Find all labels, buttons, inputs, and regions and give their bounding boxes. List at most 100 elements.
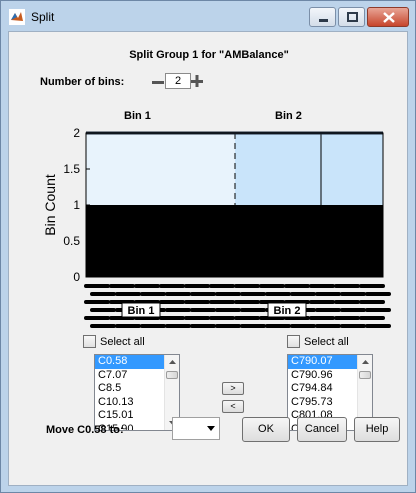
x-tick-label xyxy=(115,292,141,296)
x-tick-label xyxy=(259,284,285,288)
split-window: Split Split Group 1 for "AMBalance" Numb… xyxy=(0,0,416,493)
x-tick-label xyxy=(265,324,291,328)
x-tick-label xyxy=(315,324,341,328)
increment-bins-icon[interactable] xyxy=(191,75,203,87)
x-tick-label xyxy=(234,300,260,304)
bin-1-header: Bin 1 xyxy=(124,110,151,122)
x-tick-label xyxy=(84,316,110,320)
x-tick-label xyxy=(209,284,235,288)
scroll-thumb[interactable] xyxy=(166,371,178,379)
x-tick-label xyxy=(90,308,116,312)
x-tick-label xyxy=(240,292,266,296)
y-tick-label: 1.5 xyxy=(63,162,80,176)
count-bar xyxy=(86,205,383,277)
bin-1-tag: Bin 1 xyxy=(128,305,155,317)
move-right-button[interactable]: > xyxy=(222,382,244,395)
help-button[interactable]: Help xyxy=(354,417,400,442)
x-tick-label xyxy=(359,284,385,288)
x-tick-label xyxy=(340,292,366,296)
number-of-bins-input[interactable]: 2 xyxy=(165,73,191,89)
x-tick-label xyxy=(334,300,360,304)
x-tick-label xyxy=(209,300,235,304)
maximize-button[interactable] xyxy=(338,7,365,27)
number-of-bins-label: Number of bins: xyxy=(40,76,125,88)
scroll-up-icon[interactable] xyxy=(358,355,373,369)
bin-1-select-all-checkbox[interactable] xyxy=(83,335,96,348)
x-tick-label xyxy=(309,284,335,288)
x-tick-label xyxy=(215,308,241,312)
x-tick-label xyxy=(315,308,341,312)
x-tick-label xyxy=(234,316,260,320)
bin-count-chart: 0 0.5 1 1.5 2 Bin Count Bin 1 Bin 2 xyxy=(42,126,391,328)
x-tick-label xyxy=(215,324,241,328)
x-tick-label xyxy=(115,324,141,328)
close-button[interactable] xyxy=(367,7,409,27)
x-tick-label xyxy=(134,284,160,288)
bin-2-bar xyxy=(235,133,383,205)
minimize-button[interactable] xyxy=(309,7,336,27)
x-tick-label xyxy=(365,292,391,296)
x-tick-label xyxy=(240,308,266,312)
x-tick-label xyxy=(240,324,266,328)
x-tick-label xyxy=(209,316,235,320)
x-tick-label xyxy=(159,284,185,288)
y-tick-label: 0 xyxy=(73,270,80,284)
dialog-heading: Split Group 1 for "AMBalance" xyxy=(129,49,289,61)
x-tick-label xyxy=(340,308,366,312)
x-tick-label xyxy=(165,308,191,312)
x-tick-label xyxy=(340,324,366,328)
x-tick-label xyxy=(290,324,316,328)
bin-1-select-all-label: Select all xyxy=(100,336,145,348)
chevron-down-icon xyxy=(207,426,215,431)
x-tick-label xyxy=(184,300,210,304)
x-tick-label xyxy=(215,292,241,296)
bin-1-listbox[interactable]: C0.58 C7.07 C8.5 C10.13 C15.01 C15.90 xyxy=(94,354,180,431)
x-tick-label xyxy=(90,292,116,296)
y-tick-label: 0.5 xyxy=(63,234,80,248)
bin-2-header: Bin 2 xyxy=(275,110,302,122)
close-icon xyxy=(383,12,395,23)
x-tick-label xyxy=(159,300,185,304)
x-tick-label xyxy=(165,292,191,296)
x-tick-label xyxy=(190,324,216,328)
x-tick-label xyxy=(334,316,360,320)
y-tick-label: 2 xyxy=(73,126,80,140)
x-tick-label xyxy=(290,292,316,296)
x-tick-label xyxy=(359,316,385,320)
x-tick-label xyxy=(84,284,110,288)
x-tick-label xyxy=(190,292,216,296)
cancel-button[interactable]: Cancel xyxy=(297,417,347,442)
bin-2-select-all-checkbox[interactable] xyxy=(287,335,300,348)
x-tick-label xyxy=(359,300,385,304)
move-to-label: Move C0.58 to: xyxy=(46,424,124,436)
x-tick-label xyxy=(84,300,110,304)
scroll-up-icon[interactable] xyxy=(165,355,180,369)
decrement-bins-icon[interactable] xyxy=(152,76,164,88)
bin-1-bar xyxy=(86,133,235,205)
window-title: Split xyxy=(31,10,55,24)
x-tick-label xyxy=(190,308,216,312)
y-axis-label: Bin Count xyxy=(42,174,58,236)
x-tick-label xyxy=(159,316,185,320)
x-tick-label xyxy=(90,324,116,328)
title-bar[interactable]: Split xyxy=(1,1,415,31)
scroll-thumb[interactable] xyxy=(359,371,371,379)
y-tick-label: 1 xyxy=(73,198,80,212)
move-left-button[interactable]: < xyxy=(222,400,244,413)
x-tick-label xyxy=(140,292,166,296)
x-tick-label xyxy=(334,284,360,288)
x-tick-label xyxy=(365,308,391,312)
x-tick-label xyxy=(234,284,260,288)
x-tick-label xyxy=(165,324,191,328)
x-tick-label xyxy=(184,284,210,288)
x-tick-label xyxy=(265,292,291,296)
x-tick-label xyxy=(309,316,335,320)
ok-button[interactable]: OK xyxy=(242,417,290,442)
bin-2-tag: Bin 2 xyxy=(274,305,301,317)
x-tick-label xyxy=(284,284,310,288)
x-tick-label xyxy=(315,292,341,296)
move-to-dropdown[interactable] xyxy=(172,417,220,440)
x-tick-label xyxy=(309,300,335,304)
maximize-icon xyxy=(347,12,358,22)
x-tick-label xyxy=(109,284,135,288)
